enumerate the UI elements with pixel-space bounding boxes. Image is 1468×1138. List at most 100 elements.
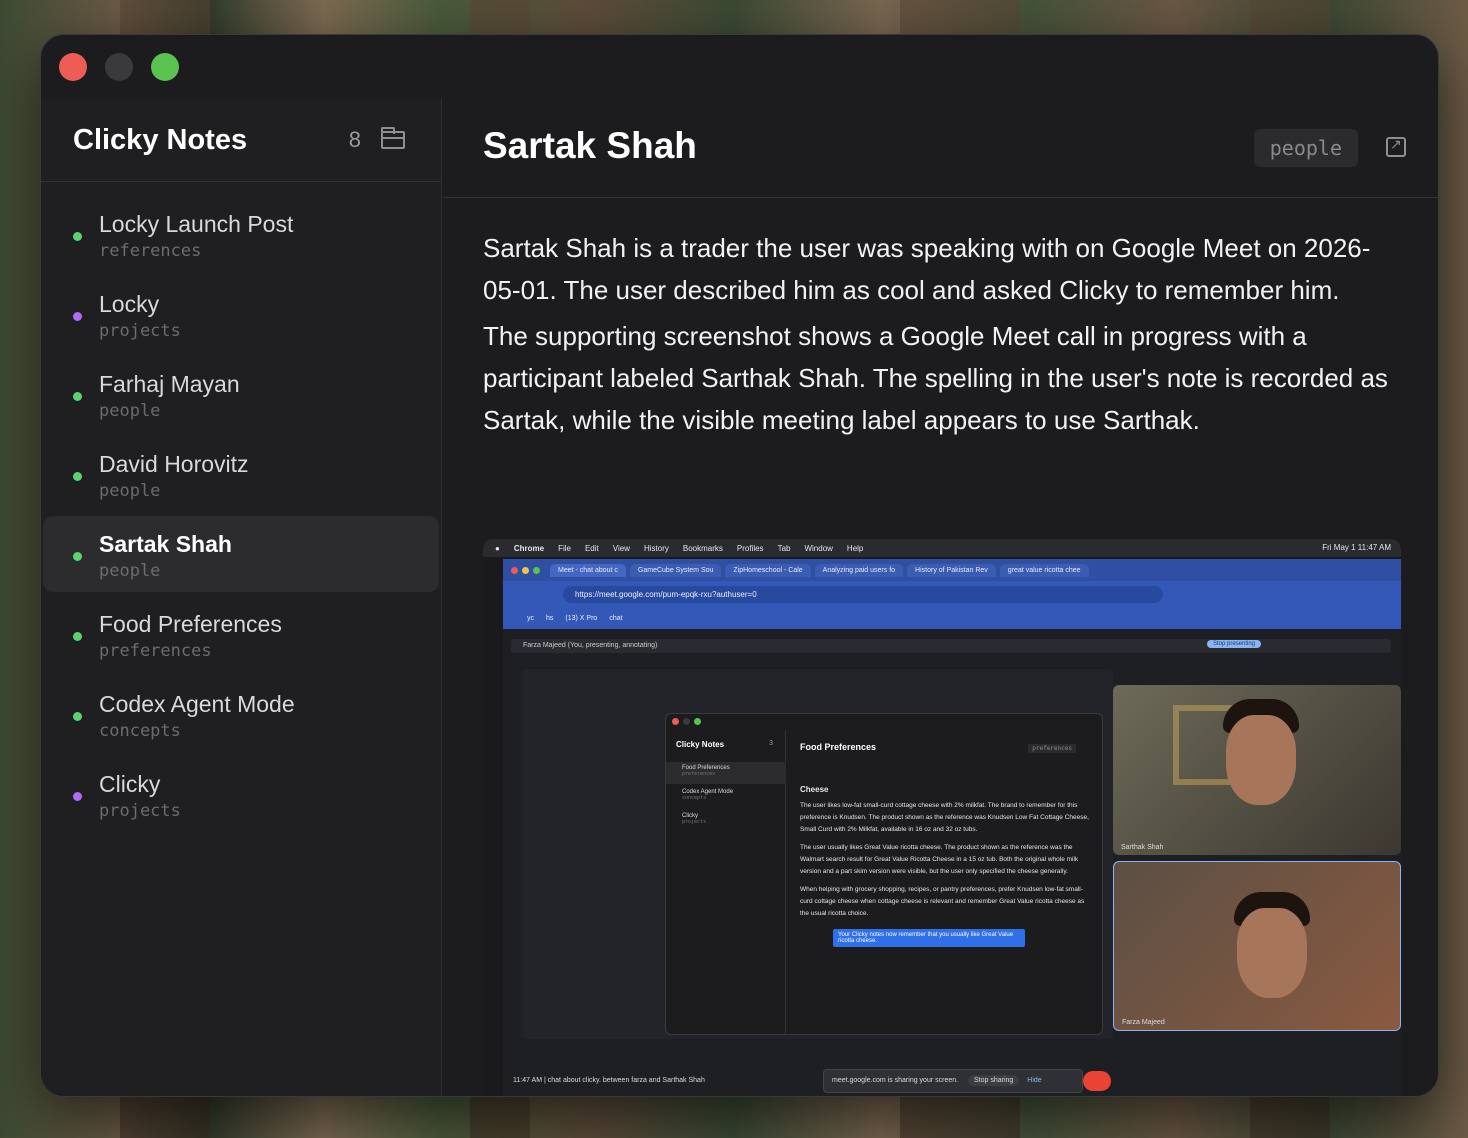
end-call-icon	[1083, 1071, 1111, 1091]
inner-list-item: Codex Agent Mode concepts	[666, 786, 786, 808]
note-title: Sartak Shah	[99, 531, 232, 557]
note-paragraph: The supporting screenshot shows a Google…	[483, 321, 1388, 435]
category-dot-icon	[73, 632, 82, 641]
menu-item: Profiles	[736, 543, 764, 553]
menu-item: Help	[846, 543, 864, 553]
screen-share-notice: meet.google.com is sharing your screen. …	[823, 1069, 1083, 1093]
note-title: Codex Agent Mode	[99, 691, 295, 717]
meeting-info: 11:47 AM | chat about clicky. between fa…	[513, 1077, 705, 1084]
note-title: Locky Launch Post	[99, 211, 294, 237]
browser-tab: great value ricotta chee	[999, 563, 1089, 577]
inner-section-title: Cheese	[800, 785, 829, 794]
bookmark: hs	[546, 614, 554, 622]
participant-face	[1226, 715, 1296, 805]
close-button[interactable]	[59, 53, 87, 81]
inner-item-tag: projects	[682, 819, 707, 825]
app-title: Clicky Notes	[73, 123, 248, 156]
shared-notes-window: Clicky Notes 3 Food Preferences preferen…	[665, 713, 1103, 1035]
note-item-locky-launch-post[interactable]: Locky Launch Post references	[43, 196, 439, 272]
browser-tab: Meet - chat about c	[550, 563, 626, 577]
browser-tab: ZipHomeschool - Cale	[725, 563, 811, 577]
note-tag: concepts	[99, 721, 181, 741]
minimize-button[interactable]	[105, 53, 133, 81]
folder-icon[interactable]	[381, 127, 405, 149]
menu-item: File	[558, 543, 571, 553]
menu-item: Bookmarks	[682, 543, 723, 553]
clicky-notes-window: Clicky Notes 8 Locky Launch Post referen…	[40, 34, 1439, 1097]
note-tag: references	[99, 241, 202, 261]
note-tag: projects	[99, 801, 181, 821]
inner-tag: preferences	[1028, 744, 1076, 753]
bookmark: (13) X Pro	[565, 614, 598, 622]
stop-presenting-button: Stop presenting	[1206, 640, 1261, 648]
menubar-clock: Fri May 1 11:47 AM	[1322, 543, 1391, 552]
note-item-clicky[interactable]: Clicky projects	[43, 756, 439, 832]
menu-item: History	[643, 543, 669, 553]
hide-button: Hide	[1027, 1077, 1042, 1084]
note-tag: people	[99, 481, 161, 501]
note-tag: people	[99, 561, 161, 581]
note-count: 8	[348, 127, 361, 152]
inner-window-controls	[672, 718, 701, 725]
note-item-david-horovitz[interactable]: David Horovitz people	[43, 436, 439, 512]
address-bar: https://meet.google.com/pum-epqk-rxu?aut…	[563, 585, 1163, 603]
open-external-icon[interactable]	[1386, 136, 1406, 157]
category-dot-icon	[73, 712, 82, 721]
note-item-food-preferences[interactable]: Food Preferences preferences	[43, 596, 439, 672]
note-detail: Sartak Shah people Sartak Shah is a trad…	[443, 99, 1438, 1096]
page-title: Sartak Shah	[483, 125, 697, 166]
menu-item: View	[612, 543, 630, 553]
sharing-text: meet.google.com is sharing your screen.	[832, 1077, 959, 1084]
inner-item-tag: concepts	[682, 795, 707, 801]
browser-window-controls	[511, 566, 540, 574]
inner-body: Cheese The user likes low-fat small-curd…	[800, 784, 1092, 920]
note-title: Farhaj Mayan	[99, 371, 240, 397]
category-dot-icon	[73, 792, 82, 801]
note-body: Sartak Shah is a trader the user was spe…	[483, 227, 1403, 445]
note-tag: projects	[99, 321, 181, 341]
inner-note-detail: Food Preferences preferences Cheese The …	[788, 730, 1102, 1034]
meet-call-area: Farza Majeed (You, presenting, annotatin…	[503, 629, 1401, 1096]
window-controls	[59, 53, 179, 81]
inner-paragraph: The user likes low-fat small-curd cottag…	[800, 802, 1089, 833]
browser-tab-strip: Meet - chat about c GameCube System Sou …	[503, 559, 1401, 581]
inner-app-title: Clicky Notes	[676, 740, 725, 749]
zoom-button[interactable]	[151, 53, 179, 81]
sidebar-header: Clicky Notes 8	[41, 99, 441, 182]
note-list: Locky Launch Post references Locky proje…	[41, 182, 441, 832]
note-item-sartak-shah[interactable]: Sartak Shah people	[43, 516, 439, 592]
menu-item: Edit	[584, 543, 599, 553]
participant-video-tile: Farza Majeed	[1113, 861, 1401, 1031]
category-dot-icon	[73, 312, 82, 321]
participant-name: Farza Majeed	[1122, 1019, 1165, 1026]
browser-toolbar: https://meet.google.com/pum-epqk-rxu?aut…	[503, 581, 1401, 607]
apple-icon: ●	[495, 543, 500, 553]
note-tag: preferences	[99, 641, 212, 661]
browser-tab: Analyzing paid users fo	[814, 563, 904, 577]
note-item-farhaj-mayan[interactable]: Farhaj Mayan people	[43, 356, 439, 432]
bookmark: chat	[609, 614, 623, 622]
inner-sidebar: Clicky Notes 3 Food Preferences preferen…	[666, 730, 786, 1034]
note-item-locky[interactable]: Locky projects	[43, 276, 439, 352]
inner-heading: Food Preferences	[800, 742, 877, 752]
menu-item: Tab	[777, 543, 791, 553]
tag-badge[interactable]: people	[1253, 129, 1358, 167]
browser-tab: GameCube System Sou	[629, 563, 722, 577]
attached-screenshot[interactable]: ● Chrome File Edit View History Bookmark…	[483, 539, 1401, 1096]
note-header: Sartak Shah people	[443, 99, 1438, 198]
category-dot-icon	[73, 392, 82, 401]
inner-paragraph: When helping with grocery shopping, reci…	[800, 886, 1085, 917]
inner-paragraph: The user usually likes Great Value ricot…	[800, 844, 1079, 875]
note-item-codex-agent-mode[interactable]: Codex Agent Mode concepts	[43, 676, 439, 752]
category-dot-icon	[73, 552, 82, 561]
category-dot-icon	[73, 472, 82, 481]
inner-list-item: Clicky projects	[666, 810, 786, 832]
participant-face	[1237, 908, 1307, 998]
meet-bottom-bar: 11:47 AM | chat about clicky. between fa…	[503, 1065, 1401, 1096]
inner-count: 3	[769, 740, 773, 747]
inner-list-item: Food Preferences preferences	[666, 762, 786, 784]
note-title: David Horovitz	[99, 451, 249, 477]
participant-name: Sarthak Shah	[1121, 844, 1164, 851]
note-title: Locky	[99, 291, 160, 317]
bookmarks-bar: yc hs (13) X Pro chat	[503, 607, 1401, 629]
